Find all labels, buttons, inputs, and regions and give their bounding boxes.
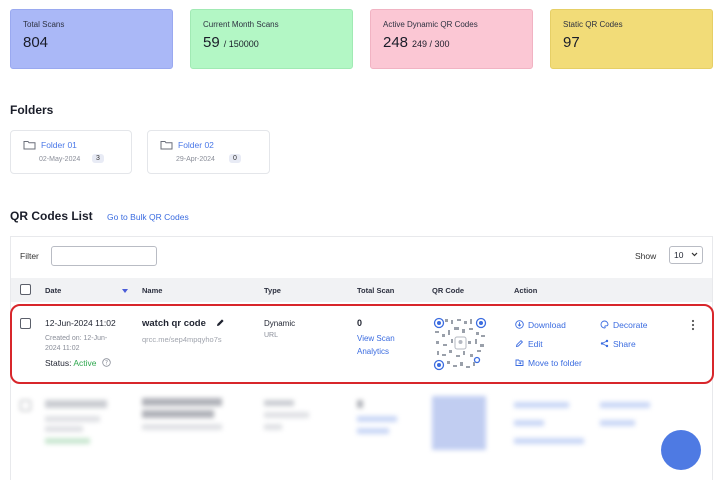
row-type: Dynamic — [264, 319, 296, 328]
stat-label: Static QR Codes — [563, 20, 623, 29]
stat-limit: 249 / 300 — [412, 39, 450, 49]
column-date[interactable]: Date — [45, 286, 61, 295]
column-qr-code: QR Code — [432, 286, 465, 295]
filter-label: Filter — [20, 251, 39, 261]
page-size-select[interactable]: 10 — [669, 246, 703, 264]
folder-move-icon — [515, 359, 524, 366]
download-action[interactable]: Download — [515, 320, 566, 330]
folder-count-badge: 3 — [92, 154, 104, 163]
row-created-on: Created on: 12-Jun- — [45, 335, 108, 342]
chevron-down-icon — [691, 252, 698, 257]
qr-code-image[interactable] — [433, 317, 487, 371]
pencil-icon[interactable] — [215, 318, 225, 328]
row-qr-name[interactable]: watch qr code — [142, 318, 206, 329]
qr-list-title: QR Codes List — [10, 209, 93, 223]
stat-card-total-scans: Total Scans 804 — [10, 9, 173, 69]
folder-card[interactable]: Folder 02 29-Apr-2024 0 — [147, 130, 270, 174]
share-action[interactable]: Share — [600, 339, 636, 349]
row-status: Status: Active ? — [45, 358, 111, 368]
download-icon — [515, 320, 524, 329]
column-total-scan[interactable]: Total Scan — [357, 286, 394, 295]
folder-icon — [160, 141, 173, 150]
stat-label: Current Month Scans — [203, 20, 279, 29]
stat-value: 804 — [23, 34, 49, 51]
palette-icon — [600, 320, 609, 329]
stat-value: 248 249 / 300 — [383, 34, 450, 51]
filter-input[interactable] — [51, 246, 157, 266]
folder-name[interactable]: Folder 01 — [41, 140, 77, 150]
share-icon — [600, 339, 609, 348]
sort-desc-icon[interactable] — [122, 289, 128, 293]
stat-value: 97 — [563, 34, 580, 51]
stat-card-active-dynamic: Active Dynamic QR Codes 248 249 / 300 — [370, 9, 533, 69]
svg-text:?: ? — [105, 360, 108, 367]
folder-count-badge: 0 — [229, 154, 241, 163]
stat-value: 59/ 150000 — [203, 34, 259, 51]
row-subtype: URL — [264, 332, 279, 339]
row-short-url[interactable]: qrcc.me/sep4mpqyho7s — [142, 335, 222, 344]
more-options-icon[interactable] — [690, 319, 696, 331]
edit-action[interactable]: Edit — [515, 339, 543, 349]
row-total-scan: 0 — [357, 318, 363, 328]
stat-card-current-month: Current Month Scans 59/ 150000 — [190, 9, 353, 69]
column-action: Action — [514, 286, 538, 295]
row-date: 12-Jun-2024 11:02 — [45, 318, 116, 328]
edit-icon — [515, 339, 524, 348]
status-label: Status: — [45, 358, 72, 368]
folder-icon — [23, 141, 36, 150]
select-all-checkbox[interactable] — [20, 284, 31, 295]
column-name[interactable]: Name — [142, 286, 162, 295]
page-size-value: 10 — [674, 250, 684, 260]
folder-date: 02-May-2024 — [39, 156, 81, 163]
floating-action-button[interactable] — [661, 430, 701, 470]
download-label: Download — [528, 320, 566, 330]
move-to-folder-label: Move to folder — [528, 358, 582, 368]
stat-card-static: Static QR Codes 97 — [550, 9, 713, 69]
show-label: Show — [635, 251, 657, 261]
decorate-action[interactable]: Decorate — [600, 320, 648, 330]
table-row-blurred — [12, 390, 712, 480]
help-icon[interactable]: ? — [102, 358, 111, 367]
bulk-qr-link[interactable]: Go to Bulk QR Codes — [107, 212, 189, 222]
folder-date: 29-Apr-2024 — [176, 156, 215, 163]
view-scan-analytics-link[interactable]: View Scan — [357, 334, 395, 343]
folders-title: Folders — [10, 103, 54, 117]
share-label: Share — [613, 339, 636, 349]
folder-name[interactable]: Folder 02 — [178, 140, 214, 150]
stat-limit: / 150000 — [223, 39, 259, 49]
view-scan-analytics-link-line2[interactable]: Analytics — [357, 347, 389, 356]
decorate-label: Decorate — [613, 320, 648, 330]
status-badge: Active — [73, 358, 97, 368]
row-checkbox[interactable] — [20, 318, 31, 329]
folder-card[interactable]: Folder 01 02-May-2024 3 — [10, 130, 132, 174]
stat-label: Total Scans — [23, 20, 65, 29]
edit-label: Edit — [528, 339, 543, 349]
row-created-on-time: 2024 11:02 — [45, 345, 80, 352]
move-to-folder-action[interactable]: Move to folder — [515, 358, 582, 368]
stat-label: Active Dynamic QR Codes — [383, 20, 478, 29]
column-type[interactable]: Type — [264, 286, 281, 295]
